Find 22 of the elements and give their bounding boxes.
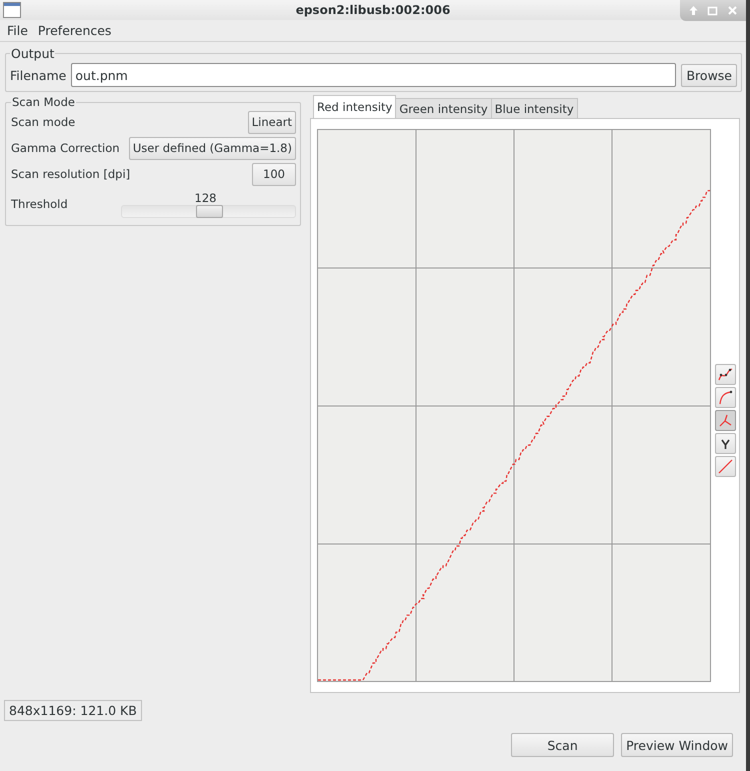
spin-field[interactable]: 100 [252, 162, 296, 186]
option-label: Gamma Correction [11, 141, 120, 156]
option-label: Scan mode [11, 115, 76, 130]
preview-button[interactable]: Preview Window [621, 733, 733, 757]
tab[interactable]: Blue intensity [490, 98, 578, 118]
tab[interactable]: Green intensity [395, 98, 492, 118]
option-label: Scan resolution [dpi] [11, 167, 130, 182]
slider-value: 128 [194, 190, 216, 205]
option-button[interactable]: Lineart [248, 110, 296, 134]
frame-title: Output [10, 46, 56, 62]
option-label: Threshold [11, 197, 68, 212]
option-button[interactable]: User defined (Gamma=1.8) [128, 136, 296, 160]
tab[interactable]: Red intensity [313, 95, 396, 118]
frame-title: Scan Mode [11, 95, 76, 110]
menu-item[interactable]: File [7, 23, 28, 38]
window-title: epson2:libusb:002:006 [296, 3, 450, 18]
menu-item[interactable]: Preferences [38, 23, 112, 38]
field-label: Filename [10, 68, 66, 83]
scan-button[interactable]: Scan [511, 733, 614, 757]
filename-field[interactable]: out.pnm [71, 63, 676, 88]
status-text: 848x1169: 121.0 KB [4, 700, 142, 721]
browse-button[interactable]: Browse [681, 64, 737, 87]
